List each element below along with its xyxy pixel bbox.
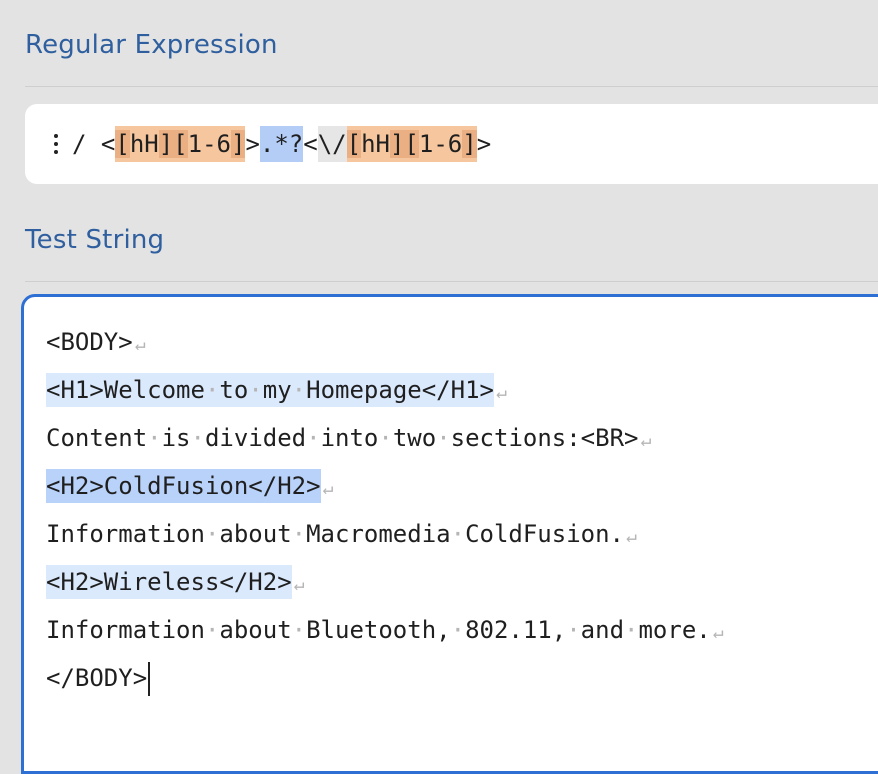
test-line: Information·about·Bluetooth,·802.11,·and… xyxy=(46,606,724,654)
match-highlight: <H2>ColdFusion</H2> xyxy=(46,469,321,503)
newline-icon: ↵ xyxy=(134,334,146,355)
test-section-title: Test String xyxy=(25,225,165,255)
test-line: Information·about·Macromedia·ColdFusion.… xyxy=(46,510,724,558)
newline-icon: ↵ xyxy=(626,526,637,547)
regex-section-title: Regular Expression xyxy=(25,30,278,60)
regex-token-plain: > xyxy=(245,130,260,158)
text-cursor xyxy=(148,662,151,696)
regex-token-quant: .*? xyxy=(259,126,304,162)
regex-section-divider xyxy=(25,86,878,87)
kebab-menu-icon[interactable] xyxy=(48,134,64,154)
line-text: <BODY> xyxy=(46,328,133,356)
line-text: Information·about·Macromedia·ColdFusion. xyxy=(46,520,625,548)
test-string-content[interactable]: <BODY> ↵ <H1>Welcome·to·my·Homepage</H1> ↵ C… xyxy=(46,318,724,702)
match-highlight: <H1>Welcome·to·my·Homepage</H1> xyxy=(46,373,494,407)
test-line: <H1>Welcome·to·my·Homepage</H1> ↵ xyxy=(46,366,724,414)
test-line: Content·is·divided·into·two·sections:<BR… xyxy=(46,414,724,462)
regex-input[interactable]: / <[hH][1-6]>.*?<\/[hH][1-6]> xyxy=(48,126,491,162)
regex-token-plain: < xyxy=(303,130,318,158)
regex-delimiter: / xyxy=(72,130,87,158)
newline-icon: ↵ xyxy=(322,478,334,499)
newline-icon: ↵ xyxy=(712,622,724,643)
regex-token-plain: > xyxy=(476,130,492,158)
line-text: </BODY> xyxy=(46,664,148,692)
newline-icon: ↵ xyxy=(640,430,652,451)
match-highlight: <H2>Wireless</H2> xyxy=(46,565,292,599)
newline-icon: ↵ xyxy=(293,574,305,595)
test-line: <BODY> ↵ xyxy=(46,318,724,366)
regex-token-cls: [hH][1-6] xyxy=(115,126,246,162)
regex-token-esc: \/ xyxy=(317,126,347,162)
regex-pattern[interactable]: <[hH][1-6]>.*?<\/[hH][1-6]> xyxy=(86,126,491,162)
test-line: </BODY> xyxy=(46,654,724,702)
line-text: Content·is·divided·into·two·sections:<BR… xyxy=(46,424,639,452)
newline-icon: ↵ xyxy=(495,382,507,403)
regex-token-plain: < xyxy=(86,130,116,158)
test-line: <H2>ColdFusion</H2> ↵ xyxy=(46,462,724,510)
regex-token-cls: [hH][1-6] xyxy=(346,126,477,162)
test-section-divider xyxy=(25,281,878,282)
line-text: Information·about·Bluetooth,·802.11,·and… xyxy=(46,616,711,644)
test-line: <H2>Wireless</H2> ↵ xyxy=(46,558,724,606)
